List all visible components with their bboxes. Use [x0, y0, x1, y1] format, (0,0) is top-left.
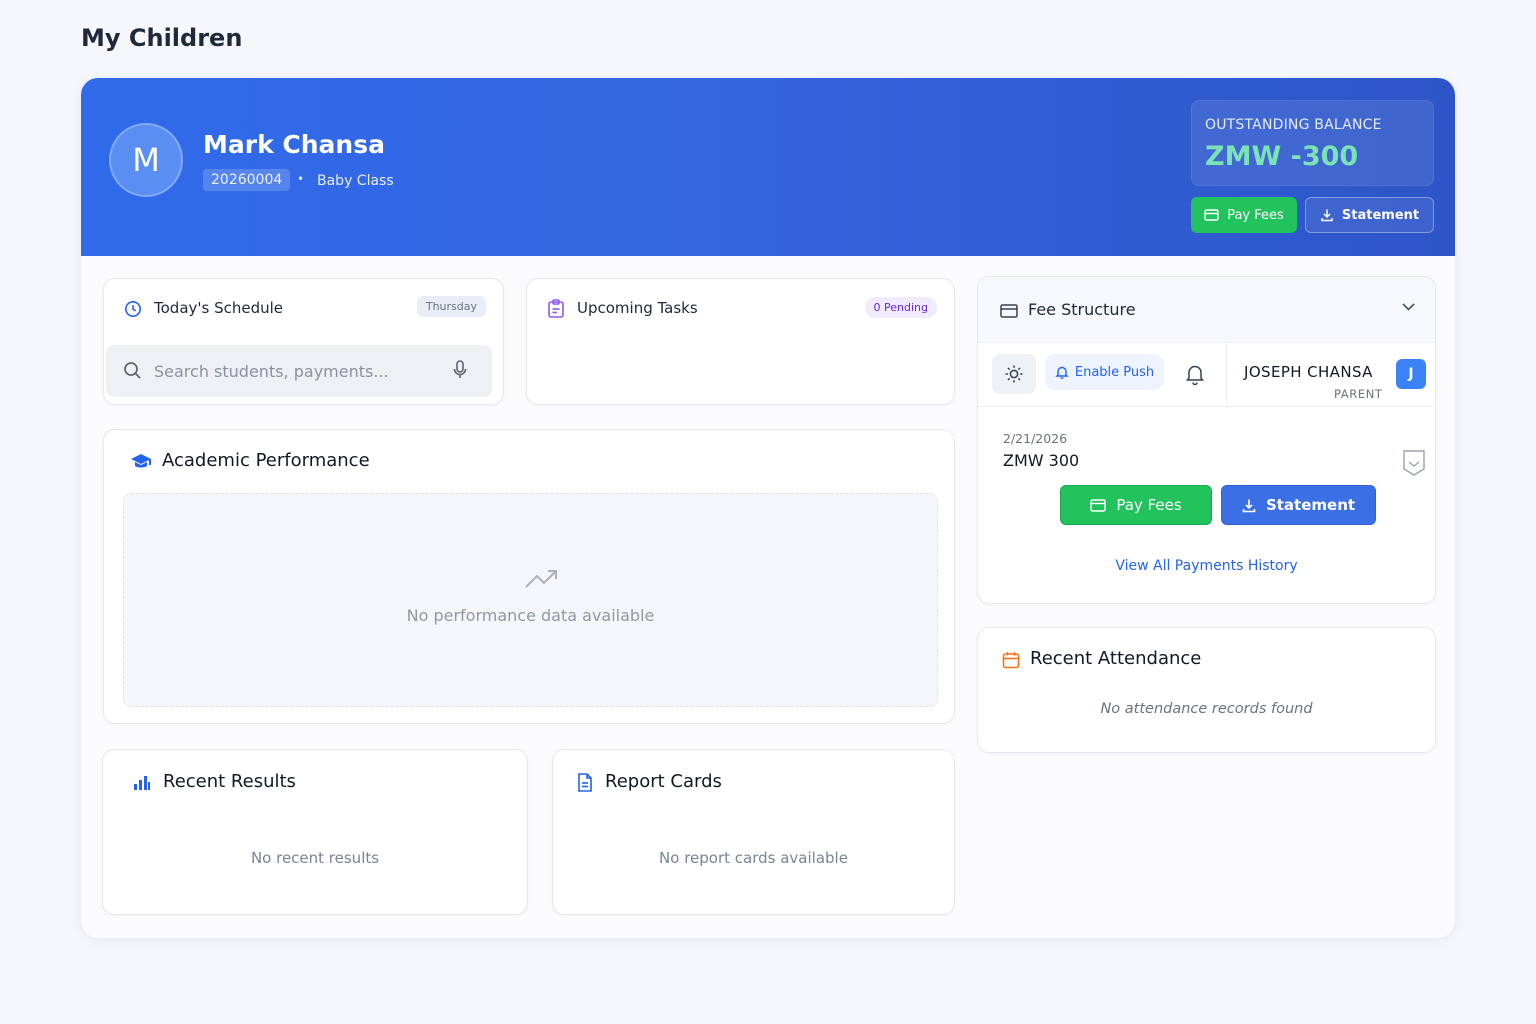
- microphone-icon[interactable]: [453, 360, 467, 380]
- calendar-icon: [1002, 651, 1020, 669]
- fee-pay-fees-button[interactable]: Pay Fees: [1060, 485, 1212, 525]
- upcoming-tasks-card: Upcoming Tasks 0 Pending: [526, 278, 955, 405]
- card-title: Today's Schedule: [154, 299, 284, 317]
- shield-check-icon[interactable]: [1402, 449, 1426, 477]
- report-cards-card: Report Cards No report cards available: [552, 749, 955, 915]
- day-badge: Thursday: [416, 296, 486, 317]
- statement-label: Statement: [1341, 207, 1420, 223]
- fee-structure-card: Fee Structure Enable Push JOSEPH CHANSA …: [977, 276, 1436, 604]
- pay-fees-button[interactable]: Pay Fees: [1191, 197, 1297, 233]
- page-title: My Children: [81, 24, 243, 52]
- bar-chart-icon: [133, 775, 151, 791]
- fee-statement-button[interactable]: Statement: [1221, 485, 1376, 525]
- student-name: Mark Chansa: [203, 130, 385, 159]
- download-icon: [1320, 208, 1334, 222]
- view-payments-history-link[interactable]: View All Payments History: [978, 558, 1435, 574]
- credit-card-icon: [1204, 209, 1219, 221]
- download-icon: [1242, 498, 1256, 513]
- balance-label: OUTSTANDING BALANCE: [1205, 117, 1382, 133]
- user-avatar[interactable]: J: [1396, 359, 1426, 389]
- enable-push-button[interactable]: Enable Push: [1045, 354, 1164, 390]
- student-class: Baby Class: [317, 173, 394, 189]
- user-role: PARENT: [1334, 387, 1383, 401]
- fee-structure-header[interactable]: Fee Structure: [978, 277, 1435, 343]
- academic-performance-card: Academic Performance No performance data…: [103, 429, 955, 724]
- bell-ring-icon: [1055, 365, 1069, 379]
- student-id-badge: 20260004: [203, 169, 291, 191]
- search-input[interactable]: [154, 359, 434, 383]
- student-hero-banner: M Mark Chansa 20260004 • Baby Class OUTS…: [81, 78, 1455, 256]
- trending-up-icon: [524, 568, 560, 590]
- separator-dot: •: [297, 172, 305, 186]
- graduation-cap-icon: [130, 453, 152, 469]
- search-icon: [123, 361, 142, 380]
- divider: [1226, 343, 1227, 407]
- sun-icon: [1004, 364, 1024, 384]
- card-title: Report Cards: [605, 771, 722, 792]
- pay-fees-label: Pay Fees: [1227, 207, 1284, 223]
- notification-toolbar: Enable Push JOSEPH CHANSA PARENT J: [978, 343, 1435, 407]
- card-title: Recent Attendance: [1030, 648, 1202, 669]
- file-text-icon: [577, 773, 593, 792]
- balance-value: ZMW -300: [1205, 141, 1359, 172]
- empty-state: No performance data available: [123, 493, 938, 707]
- empty-state-text: No attendance records found: [1100, 701, 1313, 717]
- child-profile-container: M Mark Chansa 20260004 • Baby Class OUTS…: [80, 77, 1456, 939]
- recent-attendance-card: Recent Attendance No attendance records …: [977, 627, 1436, 753]
- recent-results-card: Recent Results No recent results: [102, 749, 528, 915]
- fee-entry-date: 2/21/2026: [1003, 431, 1068, 446]
- empty-state-text: No recent results: [250, 849, 380, 867]
- statement-label: Statement: [1265, 496, 1356, 514]
- enable-push-label: Enable Push: [1074, 364, 1155, 380]
- fee-entry-amount: ZMW 300: [1003, 451, 1080, 470]
- pending-badge: 0 Pending: [864, 297, 937, 318]
- clipboard-icon: [547, 299, 565, 318]
- credit-card-icon: [1000, 304, 1018, 318]
- card-title: Upcoming Tasks: [577, 299, 698, 317]
- chevron-down-icon[interactable]: [1402, 303, 1415, 311]
- todays-schedule-card: Today's Schedule Thursday: [103, 278, 504, 405]
- card-title: Academic Performance: [162, 450, 370, 471]
- search-bar: [106, 345, 492, 397]
- empty-state-text: No performance data available: [406, 606, 655, 625]
- credit-card-icon: [1090, 498, 1107, 512]
- avatar: M: [109, 123, 183, 197]
- card-title: Recent Results: [163, 771, 296, 792]
- theme-toggle-button[interactable]: [992, 354, 1036, 394]
- clock-icon: [124, 300, 142, 318]
- outstanding-balance-box: OUTSTANDING BALANCE ZMW -300: [1191, 100, 1434, 186]
- empty-state-text: No report cards available: [659, 849, 848, 867]
- card-title: Fee Structure: [1028, 300, 1136, 319]
- bell-icon[interactable]: [1185, 363, 1205, 385]
- pay-fees-label: Pay Fees: [1116, 496, 1182, 514]
- user-name: JOSEPH CHANSA: [1244, 363, 1373, 381]
- statement-button[interactable]: Statement: [1305, 197, 1434, 233]
